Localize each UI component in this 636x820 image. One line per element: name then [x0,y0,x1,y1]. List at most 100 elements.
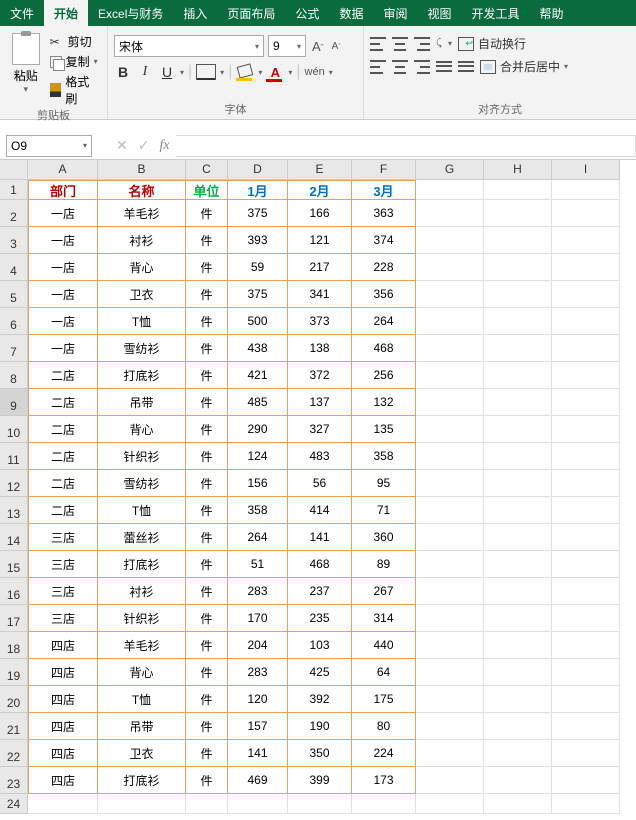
row-header[interactable]: 6 [0,308,28,335]
cell[interactable]: 156 [228,470,288,497]
row-header[interactable]: 19 [0,659,28,686]
cell[interactable]: 三店 [28,578,98,605]
cell[interactable] [484,180,552,200]
cell[interactable]: 173 [352,767,416,794]
cell[interactable]: 四店 [28,659,98,686]
cell[interactable]: 件 [186,389,228,416]
cell[interactable] [416,497,484,524]
cell[interactable] [416,659,484,686]
formula-input[interactable] [176,135,636,157]
cell[interactable] [552,605,620,632]
cell[interactable] [552,308,620,335]
format-painter-button[interactable]: 格式刷 [50,73,101,107]
cell[interactable]: 425 [288,659,352,686]
cell[interactable] [552,362,620,389]
cell[interactable] [416,605,484,632]
cell[interactable]: 327 [288,416,352,443]
cell[interactable]: 雪纺衫 [98,470,186,497]
row-header[interactable]: 12 [0,470,28,497]
cell[interactable]: 469 [228,767,288,794]
cell[interactable] [552,659,620,686]
column-header-B[interactable]: B [98,160,186,180]
cell[interactable]: 103 [288,632,352,659]
column-header-D[interactable]: D [228,160,288,180]
cell[interactable] [416,524,484,551]
cell[interactable]: 吊带 [98,389,186,416]
cell[interactable] [352,794,416,814]
cell[interactable] [484,362,552,389]
cell[interactable]: 雪纺衫 [98,335,186,362]
cell[interactable]: 件 [186,335,228,362]
cell[interactable]: 120 [228,686,288,713]
select-all-corner[interactable] [0,160,28,180]
increase-indent-button[interactable] [458,60,474,74]
cell[interactable]: 283 [228,578,288,605]
cell[interactable]: 421 [228,362,288,389]
cell[interactable]: 64 [352,659,416,686]
name-box[interactable]: O9 ▾ [6,135,92,157]
cell[interactable]: 235 [288,605,352,632]
cell[interactable]: 141 [228,740,288,767]
cell[interactable]: 132 [352,389,416,416]
cell[interactable]: 360 [352,524,416,551]
font-color-button[interactable]: A [266,65,284,80]
cell[interactable]: 件 [186,497,228,524]
cell[interactable]: 290 [228,416,288,443]
cell[interactable] [552,335,620,362]
cell[interactable] [416,578,484,605]
cell[interactable]: 393 [228,227,288,254]
cell[interactable] [186,794,228,814]
cell[interactable] [552,794,620,814]
decrease-indent-button[interactable] [436,60,452,74]
cell[interactable]: 483 [288,443,352,470]
cell[interactable]: 3月 [352,180,416,200]
cell[interactable] [416,416,484,443]
cell[interactable]: 卫衣 [98,281,186,308]
cell[interactable]: 350 [288,740,352,767]
menu-formula[interactable]: 公式 [285,0,329,26]
cell[interactable]: 399 [288,767,352,794]
row-header[interactable]: 16 [0,578,28,605]
cell[interactable]: 部门 [28,180,98,200]
fill-color-button[interactable] [236,65,254,79]
row-header[interactable]: 15 [0,551,28,578]
fx-button[interactable]: fx [159,138,169,154]
column-header-I[interactable]: I [552,160,620,180]
cell[interactable] [228,794,288,814]
row-header[interactable]: 5 [0,281,28,308]
cell[interactable] [552,551,620,578]
cell[interactable]: 衬衫 [98,227,186,254]
cell[interactable]: 件 [186,362,228,389]
cell[interactable]: 89 [352,551,416,578]
cell[interactable]: 264 [352,308,416,335]
cell[interactable]: T恤 [98,686,186,713]
cell[interactable] [552,686,620,713]
cell[interactable] [484,470,552,497]
cell[interactable]: 56 [288,470,352,497]
cell[interactable]: 三店 [28,524,98,551]
cell[interactable]: 件 [186,578,228,605]
orientation-button[interactable]: ⤹ [436,38,442,49]
cell[interactable]: 267 [352,578,416,605]
cell[interactable]: 三店 [28,605,98,632]
cell[interactable] [552,389,620,416]
column-header-G[interactable]: G [416,160,484,180]
cell[interactable]: 二店 [28,416,98,443]
cell[interactable]: 228 [352,254,416,281]
column-header-A[interactable]: A [28,160,98,180]
cell[interactable]: 一店 [28,227,98,254]
cell[interactable] [552,470,620,497]
cell[interactable]: 羊毛衫 [98,200,186,227]
cell[interactable]: 485 [228,389,288,416]
cell[interactable]: 件 [186,686,228,713]
cell[interactable]: 500 [228,308,288,335]
cell[interactable]: 438 [228,335,288,362]
align-top-button[interactable] [370,37,386,51]
cell[interactable]: 237 [288,578,352,605]
align-center-button[interactable] [392,60,408,74]
column-header-F[interactable]: F [352,160,416,180]
row-header[interactable]: 7 [0,335,28,362]
cell[interactable] [484,551,552,578]
increase-font-button[interactable]: Aˆ [310,39,326,54]
cell[interactable]: 138 [288,335,352,362]
